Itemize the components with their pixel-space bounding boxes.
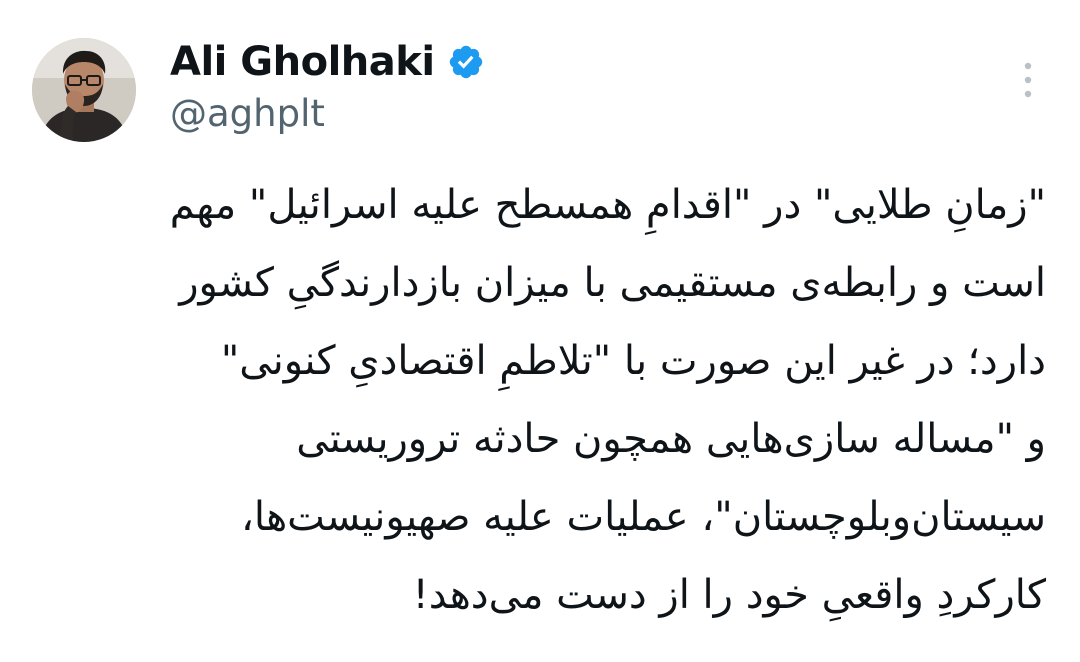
tweet-card: Ali Gholhaki @aghplt "زمانِ طلایی" در "ا… <box>0 0 1080 662</box>
avatar[interactable] <box>32 38 136 142</box>
tweet-line: سیستان‌وبلوچستان"، عملیات علیه صهیونیست‌… <box>240 494 1046 540</box>
verified-badge-icon <box>447 43 485 81</box>
author-name-row: Ali Gholhaki <box>170 36 485 88</box>
tweet-line: و "مساله سازی‌هایی همچون حادثه تروریستی <box>296 416 1046 462</box>
tweet-line: "زمانِ طلایی" در "اقدامِ همسطح علیه اسرا… <box>169 182 1046 228</box>
author-display-name[interactable]: Ali Gholhaki <box>170 39 435 85</box>
profile-photo <box>32 38 136 142</box>
tweet-body: "زمانِ طلایی" در "اقدامِ همسطح علیه اسرا… <box>36 166 1046 634</box>
tweet-line: است و رابطه‌ی مستقیمی با میزان بازدارندگ… <box>179 260 1046 306</box>
tweet-line: کارکردِ واقعیِ خود را از دست می‌دهد! <box>412 572 1046 618</box>
tweet-line: دارد؛ در غیر این صورت با "تلاطمِ اقتصادی… <box>220 338 1046 384</box>
more-vertical-icon[interactable] <box>1016 58 1040 102</box>
author-handle[interactable]: @aghplt <box>170 92 325 135</box>
